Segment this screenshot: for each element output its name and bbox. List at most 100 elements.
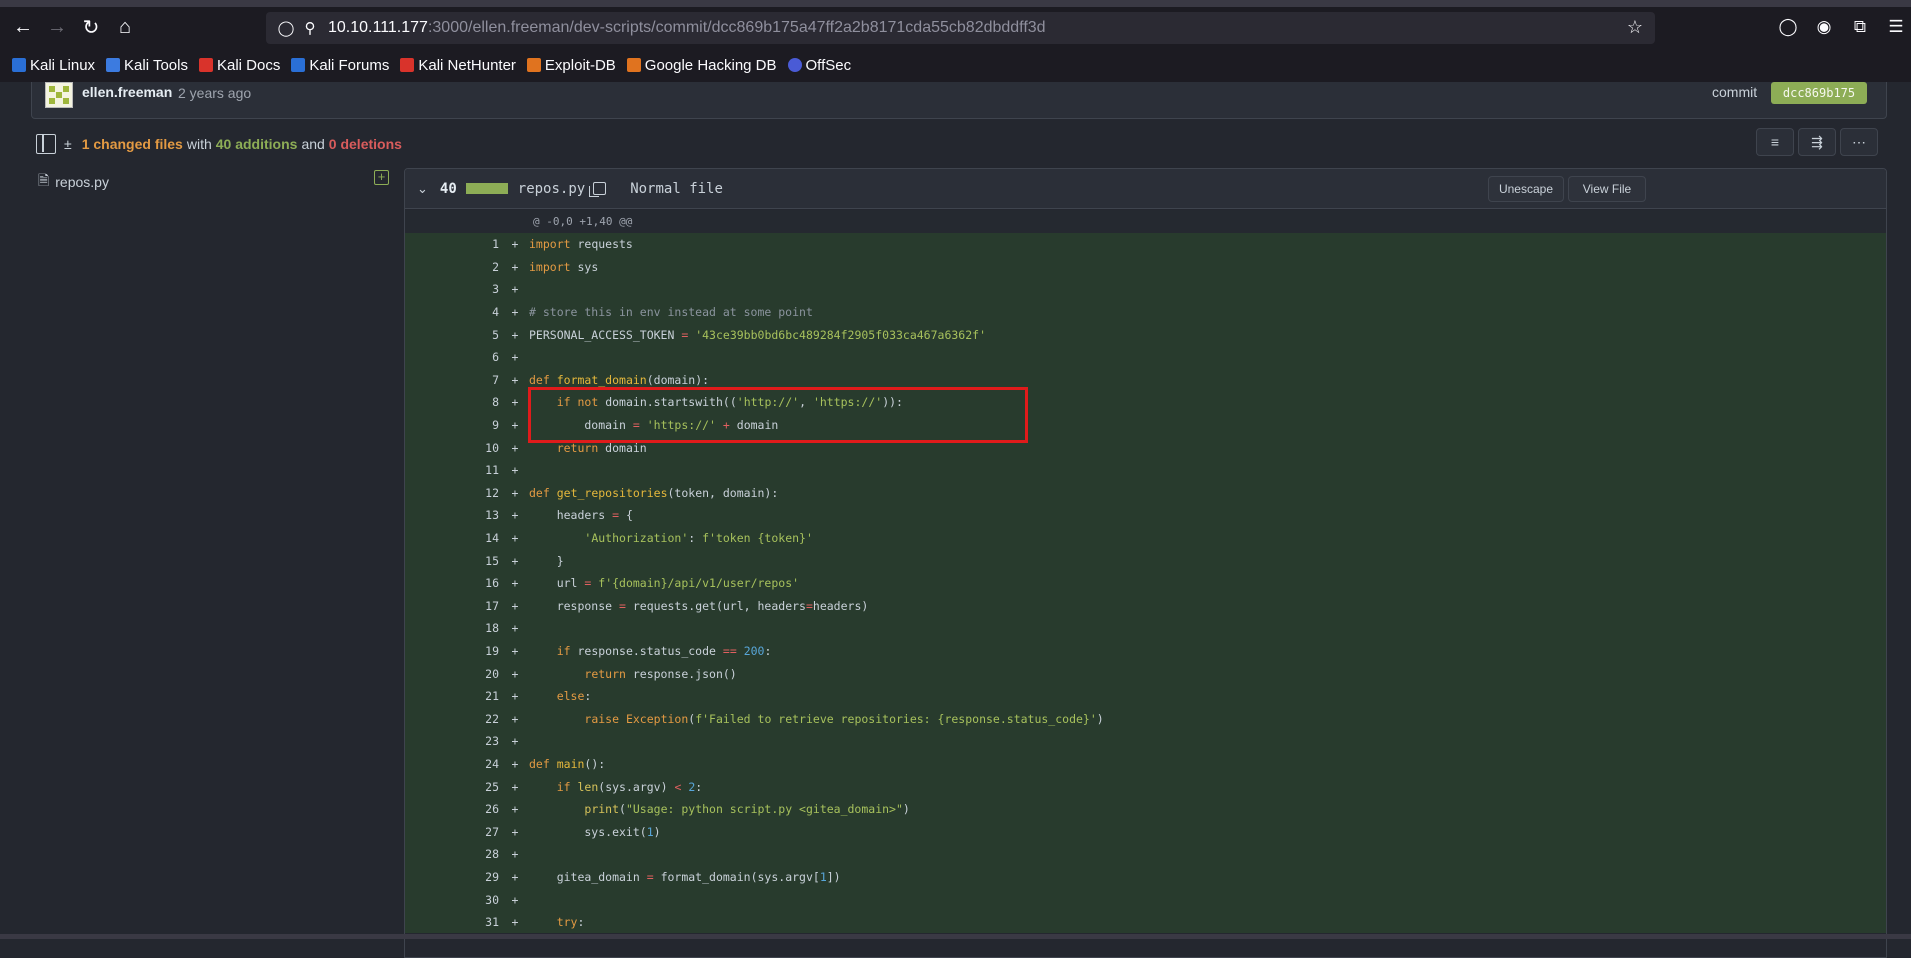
split-view-icon[interactable]: ⇶ [1798,128,1836,156]
back-icon[interactable]: ← [6,11,40,45]
line-number[interactable]: 3 [405,282,501,296]
line-number[interactable]: 12 [405,486,501,500]
changed-files-count[interactable]: 1 changed files [82,136,183,152]
line-number[interactable]: 2 [405,260,501,274]
line-number[interactable]: 25 [405,780,501,794]
code-text: try: [556,915,585,930]
line-number[interactable]: 16 [405,576,501,590]
line-number[interactable]: 27 [405,825,501,839]
bookmark-kali-linux[interactable]: Kali Linux [12,57,95,74]
line-number[interactable]: 5 [405,328,501,342]
line-number[interactable]: 23 [405,734,501,748]
added-marker: + [511,553,519,568]
plus-minus-icon: ± [64,136,72,152]
token-highlight-box [528,387,1028,443]
menu-icon[interactable]: ☰ [1883,12,1909,42]
shield-icon[interactable]: ◯ [274,19,298,37]
kali-docs-icon [198,58,213,72]
author-name[interactable]: ellen.freeman [82,84,172,100]
home-icon[interactable]: ⌂ [108,11,142,45]
added-marker: + [511,418,519,433]
line-number[interactable]: 7 [405,373,501,387]
line-number[interactable]: 1 [405,237,501,251]
code-line: 14 + 'Authorization': f'token {token}' [405,526,1886,550]
code-line: 15 + } [405,549,1886,572]
lock-icon[interactable]: ⚲ [298,19,322,37]
line-number[interactable]: 17 [405,599,501,613]
added-marker: + [511,259,519,274]
diff-line-count: 40 [439,180,457,197]
line-number[interactable]: 18 [405,621,501,635]
diff-stats: ± 1 changed files with 40 additions and … [36,130,402,158]
code-line: 29 + gitea_domain = format_domain(sys.arg… [405,865,1886,889]
line-number[interactable]: 19 [405,644,501,658]
bottom-strip [0,934,1911,939]
diff-file-name[interactable]: repos.py [518,181,585,197]
reload-icon[interactable]: ↻ [74,11,108,45]
line-number[interactable]: 15 [405,554,501,568]
commit-header: ellen.freeman 2 years ago commit dcc869b… [31,82,1887,119]
chevron-down-icon[interactable]: ⌄ [417,181,428,197]
line-number[interactable]: 8 [405,395,501,409]
tree-file-item[interactable]: 🗎 repos.py [38,170,398,194]
bookmarks-bar: Kali Linux Kali Tools Kali Docs Kali For… [0,52,851,78]
more-options-icon[interactable]: ⋯ [1840,128,1878,156]
bookmark-kali-nethunter[interactable]: Kali NetHunter [400,57,516,74]
commit-sha-badge[interactable]: dcc869b175 [1771,82,1867,104]
code-line: 27 + sys.exit(1) [405,820,1886,844]
pocket-icon[interactable]: ◯ [1775,12,1801,42]
extensions-icon[interactable]: ⧉ [1847,12,1873,42]
code-text: raise Exception(f'Failed to retrieve rep… [584,711,1104,726]
line-number[interactable]: 10 [405,441,501,455]
view-file-button[interactable]: View File [1568,176,1646,202]
line-number[interactable]: 4 [405,305,501,319]
line-number[interactable]: 13 [405,508,501,522]
code-text: headers = { [529,508,633,523]
forward-icon[interactable]: → [40,11,74,45]
bookmark-offsec[interactable]: OffSec [787,57,851,74]
code-line: 22 + raise Exception(f'Failed to retrieve… [405,707,1886,731]
copy-icon[interactable] [589,182,607,197]
added-marker: + [511,508,519,523]
avatar[interactable] [45,82,73,108]
unescape-button[interactable]: Unescape [1488,176,1564,202]
code-line: 16 + url = f'{domain}/api/v1/user/repos' [405,571,1886,595]
line-number[interactable]: 29 [405,870,501,884]
line-number[interactable]: 26 [405,802,501,816]
line-number[interactable]: 24 [405,757,501,771]
line-number[interactable]: 31 [405,915,501,929]
line-number[interactable]: 11 [405,463,501,477]
toggle-file-tree-icon[interactable] [36,134,56,154]
bookmark-google-hacking-db[interactable]: Google Hacking DB [626,57,777,74]
added-marker: + [511,395,519,410]
code-text: response = requests.get(url, headers=hea… [529,598,869,613]
line-number[interactable]: 30 [405,893,501,907]
url-path: :3000/ellen.freeman/dev-scripts/commit/d… [427,19,1046,36]
code-line: 17 + response = requests.get(url, headers… [405,594,1886,618]
bookmark-kali-docs[interactable]: Kali Docs [198,57,280,74]
whitespace-icon[interactable]: ≡ [1756,128,1794,156]
code-line: 23 + [405,730,1886,753]
line-number[interactable]: 14 [405,531,501,545]
url-bar[interactable]: ◯ ⚲ 10.10.111.177:3000/ellen.freeman/dev… [266,12,1655,44]
exploit-db-icon [526,58,541,72]
code-text: if len(sys.argv) < 2: [556,779,703,794]
bookmark-star-icon[interactable]: ☆ [1627,17,1643,38]
added-marker: + [511,689,519,704]
added-marker: + [511,756,519,771]
line-number[interactable]: 28 [405,847,501,861]
bookmark-kali-tools[interactable]: Kali Tools [106,57,188,74]
line-number[interactable]: 20 [405,667,501,681]
line-number[interactable]: 22 [405,712,501,726]
bookmark-kali-forums[interactable]: Kali Forums [291,57,389,74]
line-number[interactable]: 6 [405,350,501,364]
line-number[interactable]: 21 [405,689,501,703]
bookmark-exploit-db[interactable]: Exploit-DB [526,57,616,74]
account-icon[interactable]: ◉ [1811,12,1837,42]
code-text: gitea_domain = format_domain(sys.argv[1]… [529,869,841,884]
file-tree: 🗎 repos.py + [38,170,398,194]
line-number[interactable]: 9 [405,418,501,432]
added-marker: + [511,779,519,794]
code-line: 31 + try: [405,910,1886,934]
added-marker: + [511,847,519,862]
